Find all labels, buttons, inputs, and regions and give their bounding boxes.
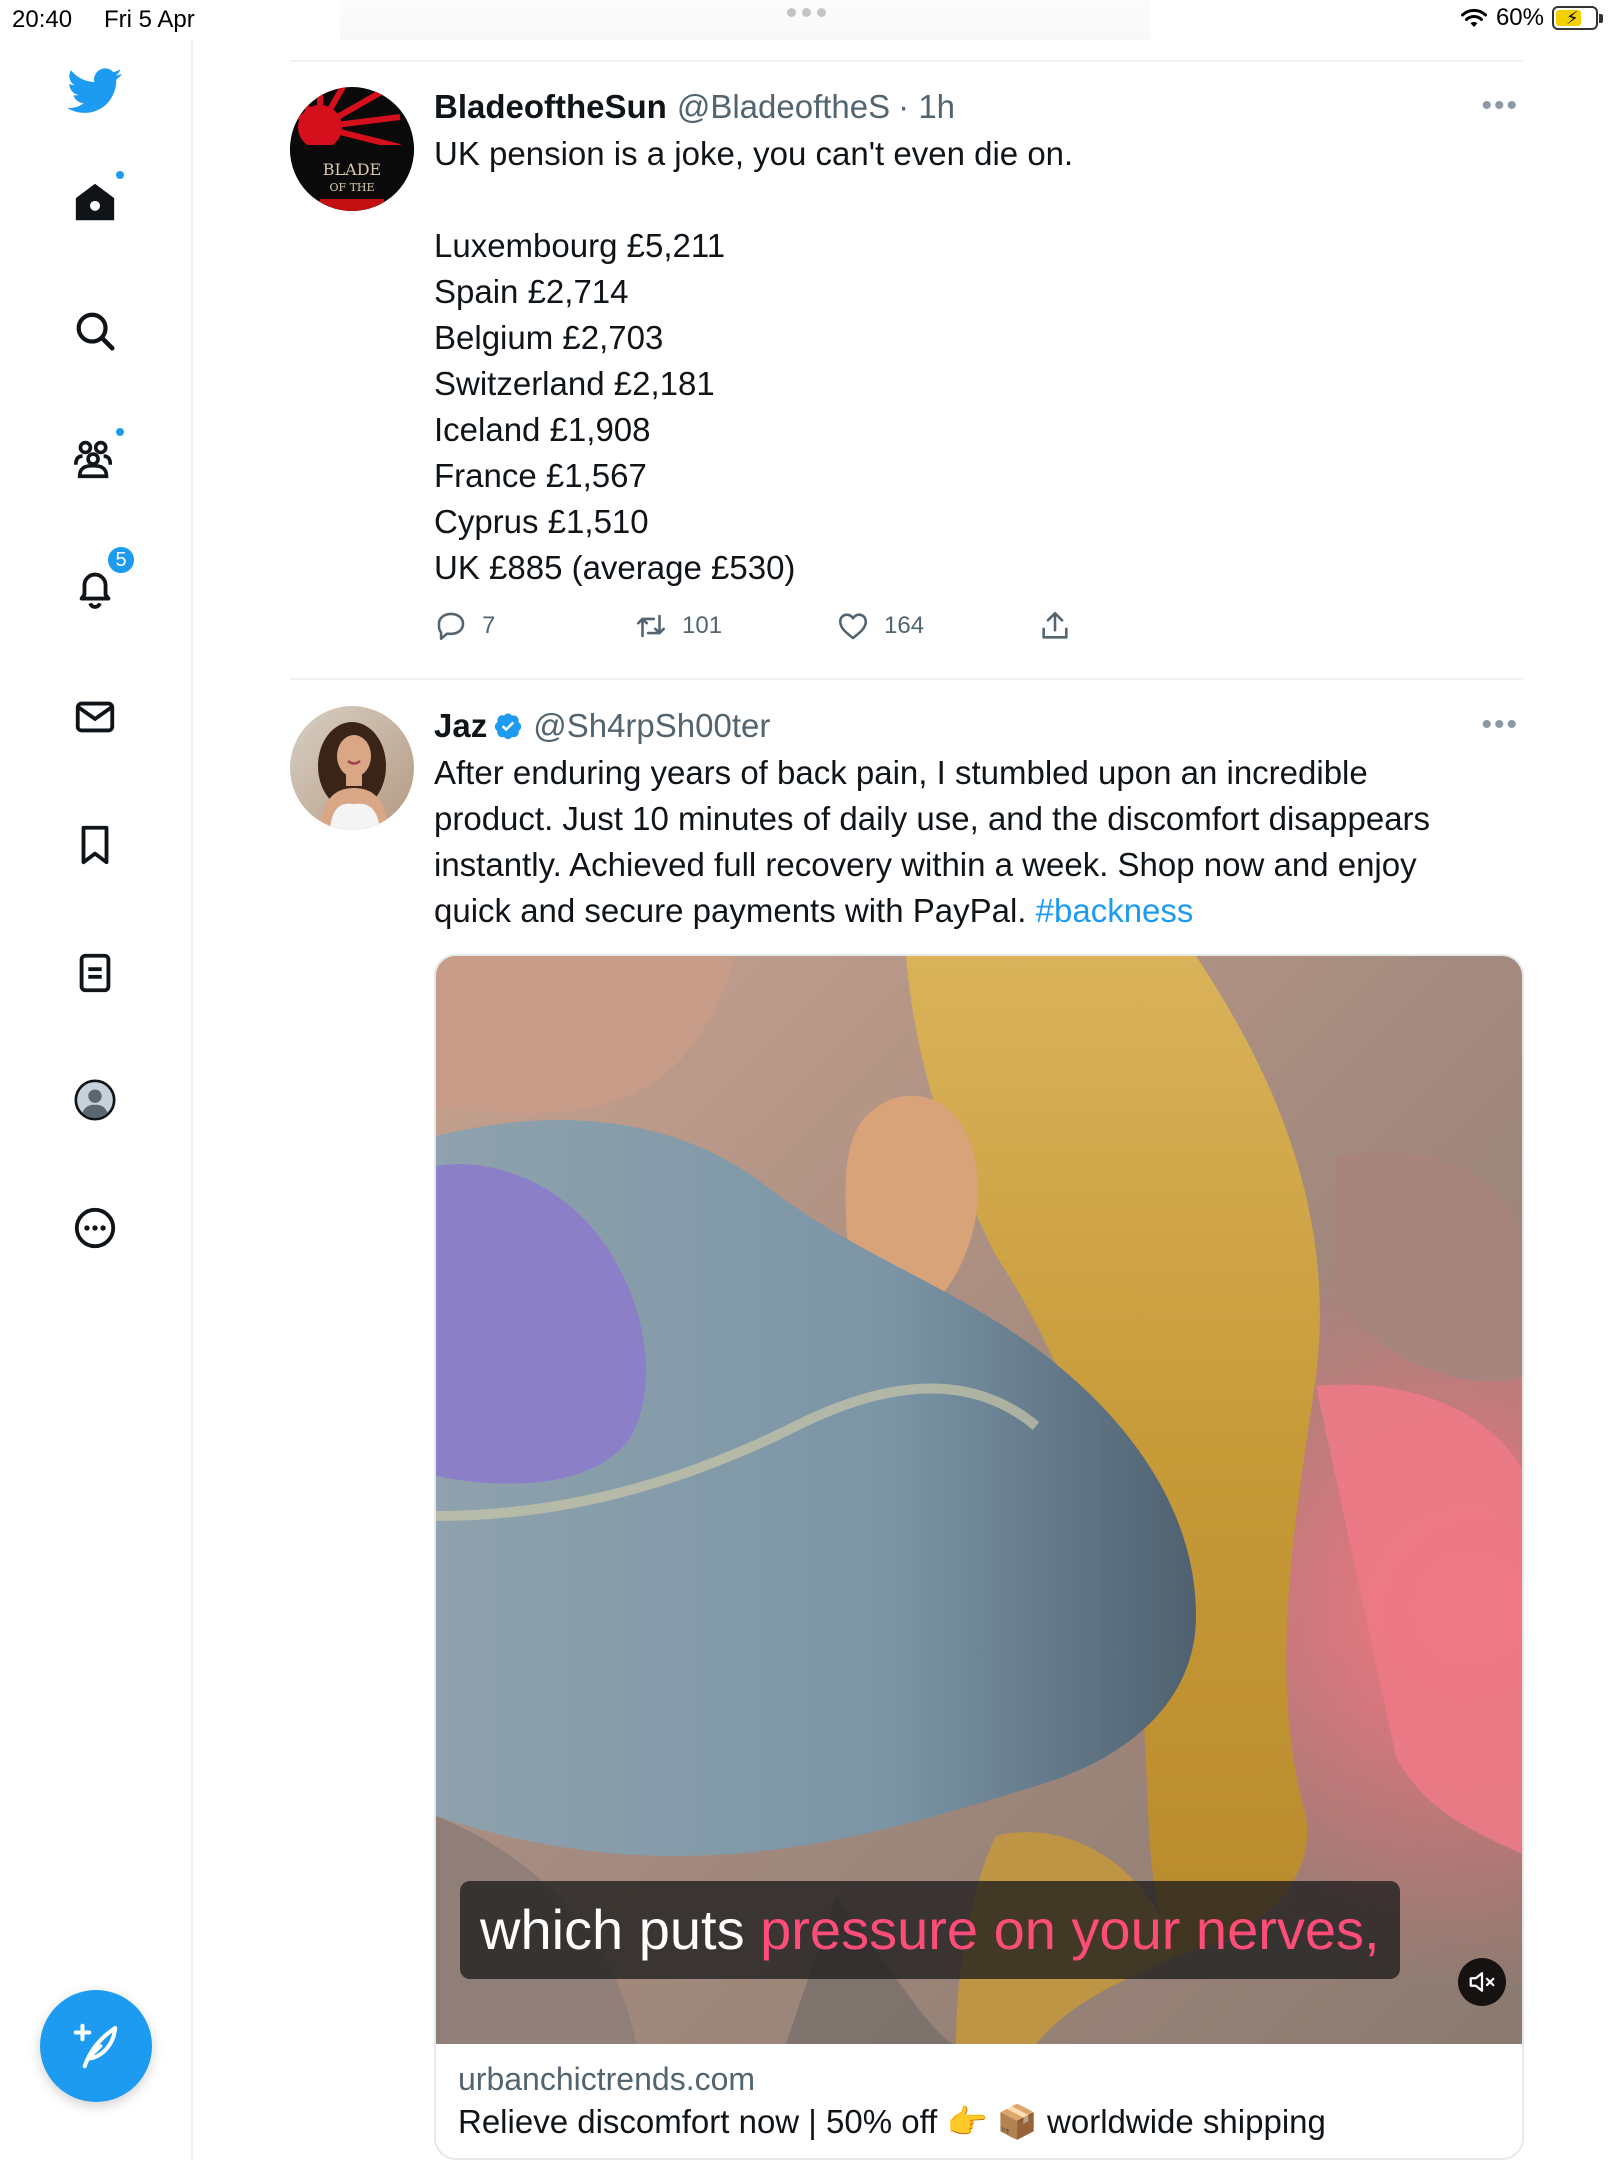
twitter-logo-icon[interactable]	[66, 62, 124, 120]
tweet-line: Iceland £1,908	[434, 411, 651, 448]
wifi-icon	[1460, 8, 1487, 27]
tweet-line: France £1,567	[434, 457, 647, 494]
tweet-line	[434, 177, 1519, 223]
mute-button[interactable]	[1458, 1958, 1506, 2006]
share-button[interactable]	[1038, 609, 1072, 643]
like-button[interactable]: 164	[836, 609, 1038, 643]
tweet-line: Belgium £2,703	[434, 319, 664, 356]
tweet-text: UK pension is a joke, you can't even die…	[434, 131, 1519, 591]
avatar-text-1: BLADE	[323, 160, 381, 179]
tweet-line: product. Just 10 minutes of daily use, a…	[434, 800, 1431, 837]
retweet-count: 101	[682, 612, 723, 639]
feed-divider	[290, 60, 1523, 62]
tweet-header: BladeoftheSun @BladeoftheS · 1h	[434, 87, 1519, 127]
header-strip	[340, 0, 1150, 40]
retweet-button[interactable]: 101	[634, 609, 836, 643]
people-icon	[74, 440, 113, 479]
home-icon	[75, 183, 115, 221]
author-name[interactable]: BladeoftheSun	[434, 87, 667, 127]
heart-icon	[838, 613, 868, 640]
reply-button[interactable]: 7	[434, 609, 634, 643]
more-circle-icon	[74, 1207, 116, 1249]
nav-messages[interactable]	[66, 688, 124, 746]
card-domain: urbanchictrends.com	[458, 2061, 756, 2097]
status-time: 20:40	[12, 6, 73, 33]
tweet-line: Luxembourg £5,211	[434, 227, 726, 264]
tweet-line-text: quick and secure payments with PayPal.	[434, 892, 1036, 929]
nav-home[interactable]	[66, 169, 126, 231]
verified-badge-icon	[495, 713, 522, 740]
video-caption: which puts pressure on your nerves,	[460, 1881, 1400, 1979]
mail-icon	[75, 701, 115, 733]
tweet-line: instantly. Achieved full recovery within…	[434, 846, 1417, 883]
compose-button[interactable]	[40, 1990, 152, 2102]
avatar[interactable]	[290, 706, 414, 830]
tweet-line: Cyprus £1,510	[434, 503, 649, 540]
sidebar: 5	[0, 40, 193, 2160]
caption-text: which puts	[480, 1898, 761, 1961]
notification-count-badge: 5	[106, 545, 136, 575]
nav-communities[interactable]	[66, 426, 126, 488]
compose-icon	[73, 2023, 118, 2069]
hashtag-link[interactable]: #backness	[1036, 892, 1194, 929]
nav-explore[interactable]	[66, 302, 124, 360]
status-date: Fri 5 Apr	[104, 6, 195, 33]
nav-profile[interactable]	[66, 1071, 124, 1129]
reply-count: 7	[482, 612, 496, 639]
status-right: 60% ⚡	[1460, 4, 1603, 32]
profile-icon	[74, 1079, 116, 1121]
link-card-info[interactable]: urbanchictrends.com Relieve discomfort n…	[436, 2044, 1522, 2158]
caption-highlight: pressure on your nerves,	[760, 1898, 1380, 1961]
video-player[interactable]: which puts pressure on your nerves,	[436, 956, 1522, 2044]
mute-icon	[1469, 1972, 1495, 1992]
reply-icon	[437, 612, 465, 641]
tweet-line: quick and secure payments with PayPal. #…	[434, 888, 1519, 934]
battery-icon: ⚡	[1552, 6, 1603, 30]
tweet-line: UK £885 (average £530)	[434, 549, 796, 586]
search-icon	[76, 312, 115, 351]
tweet-time[interactable]: · 1h	[898, 87, 955, 127]
home-dot	[114, 169, 126, 181]
media-card[interactable]: which puts pressure on your nerves, urba…	[434, 954, 1524, 2160]
like-count: 164	[884, 612, 925, 639]
tweet-line: Switzerland £2,181	[434, 365, 715, 402]
avatar[interactable]: BLADE OF THE	[290, 87, 414, 211]
tweet-body: Jaz @Sh4rpSh00ter ••• After enduring yea…	[434, 706, 1519, 934]
nav-more[interactable]	[66, 1199, 124, 1257]
share-icon	[1042, 611, 1068, 639]
more-options-icon[interactable]: •••	[1481, 708, 1519, 742]
tweet-body: BladeoftheSun @BladeoftheS · 1h ••• UK p…	[434, 87, 1519, 643]
tweet-line: UK pension is a joke, you can't even die…	[434, 135, 1074, 172]
communities-dot	[114, 426, 126, 438]
list-icon	[79, 953, 111, 993]
retweet-icon	[636, 614, 666, 638]
more-options-icon[interactable]: •••	[1481, 89, 1519, 123]
author-handle[interactable]: @Sh4rpSh00ter	[533, 706, 770, 746]
feed-divider	[290, 678, 1523, 680]
nav-bookmarks[interactable]	[66, 816, 124, 874]
tweet-header: Jaz @Sh4rpSh00ter	[434, 706, 1519, 746]
author-name[interactable]: Jaz	[434, 706, 487, 746]
nav-notifications[interactable]: 5	[66, 545, 136, 617]
avatar-text-2: OF THE	[329, 181, 374, 194]
bookmark-icon	[81, 825, 109, 865]
tweet-line: After enduring years of back pain, I stu…	[434, 754, 1368, 791]
author-handle[interactable]: @BladeoftheS	[677, 87, 890, 127]
tweet-actions: 7 101 164	[434, 609, 1519, 643]
tweet-text: After enduring years of back pain, I stu…	[434, 750, 1519, 934]
battery-percent: 60%	[1495, 4, 1544, 31]
nav-lists[interactable]	[66, 944, 124, 1002]
card-title: Relieve discomfort now | 50% off 👉 📦 wor…	[458, 2103, 1326, 2140]
tweet-line: Spain £2,714	[434, 273, 629, 310]
